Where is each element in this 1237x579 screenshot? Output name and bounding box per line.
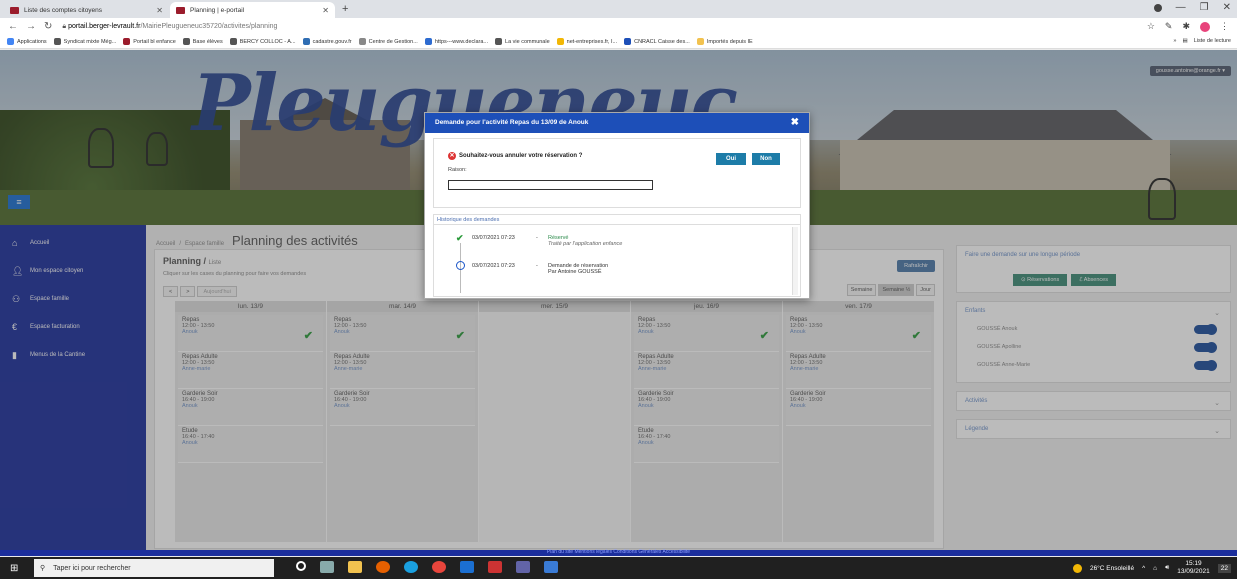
bookmark-item[interactable]: BERCY COLLOC - A... — [229, 38, 296, 45]
tab-bar: Liste des comptes citoyens ✕ Planning | e… — [0, 0, 1237, 18]
teams-icon[interactable] — [516, 561, 530, 573]
extension-icon[interactable]: ✎ — [1165, 21, 1173, 32]
clock-time: 15:19 — [1185, 560, 1202, 567]
record-icon[interactable] — [1153, 3, 1162, 12]
system-tray: 26°C Ensoleillé ^ ⌂ 🔊︎ 15:19 13/09/2021 2… — [1072, 560, 1231, 576]
bookmark-item[interactable]: Syndicat mixte Még... — [53, 38, 116, 45]
yes-button[interactable]: Oui — [716, 153, 746, 165]
puzzle-icon[interactable]: ✱ — [1182, 21, 1190, 32]
pending-icon — [456, 261, 465, 270]
outlook-icon[interactable] — [460, 561, 474, 573]
weather-text[interactable]: 26°C Ensoleillé — [1090, 565, 1134, 572]
bookmarks-bar: Applications Syndicat mixte Még... Porta… — [0, 35, 1237, 49]
close-tab-icon[interactable]: ✕ — [156, 6, 163, 15]
tray-chevron-icon[interactable]: ^ — [1142, 565, 1145, 572]
app-icon[interactable] — [488, 561, 502, 573]
bookmark-folder[interactable]: Importés depuis IE — [696, 38, 753, 45]
address-bar: ← → ↻ 🔒︎ portail.berger-levrault.fr/Mair… — [0, 18, 1237, 35]
question-line: ✕ Souhaitez-vous annuler votre réservatio… — [448, 152, 582, 160]
bookmark-item[interactable]: Portail bl enfance — [123, 38, 176, 45]
close-tab-icon[interactable]: ✕ — [322, 6, 329, 15]
question-text: Souhaitez-vous annuler votre réservation… — [459, 153, 583, 159]
dialog-question-box: ✕ Souhaitez-vous annuler votre réservatio… — [433, 138, 801, 208]
chrome-icon[interactable] — [432, 561, 446, 573]
bookmark-item[interactable]: Centre de Gestion... — [358, 38, 418, 45]
error-icon: ✕ — [448, 152, 456, 160]
minimize-icon[interactable]: — — [1176, 2, 1186, 13]
close-icon[interactable]: ✖ — [791, 113, 799, 133]
tab-label: Planning | e-portail — [190, 6, 245, 14]
forward-icon[interactable]: → — [26, 21, 36, 32]
app-icon[interactable] — [544, 561, 558, 573]
url-field[interactable]: 🔒︎ portail.berger-levrault.fr/MairiePleu… — [62, 23, 277, 31]
weather-icon — [1072, 563, 1082, 573]
history-date: 03/07/2021 07:23 — [472, 263, 515, 269]
edge-icon[interactable] — [404, 561, 418, 573]
clock-date: 13/09/2021 — [1177, 568, 1210, 575]
close-window-icon[interactable]: ✕ — [1223, 2, 1231, 13]
volume-icon[interactable]: 🔊︎ — [1165, 564, 1169, 572]
back-icon[interactable]: ← — [8, 21, 18, 32]
no-button[interactable]: Non — [752, 153, 780, 165]
bookmark-item[interactable]: https---www.declara... — [424, 38, 488, 45]
history-sep: - — [536, 263, 538, 269]
network-icon[interactable]: ⌂ — [1153, 565, 1157, 572]
reload-icon[interactable]: ↻ — [44, 21, 52, 32]
menu-icon[interactable]: ⋮ — [1220, 21, 1229, 32]
clock[interactable]: 15:19 13/09/2021 — [1177, 560, 1210, 576]
notification-badge[interactable]: 22 — [1217, 563, 1231, 573]
taskbar-apps — [296, 561, 558, 573]
reading-list-icon: ▤ — [1182, 38, 1188, 44]
search-placeholder: Taper ici pour rechercher — [53, 564, 131, 572]
star-icon[interactable]: ☆ — [1147, 21, 1155, 32]
firefox-icon[interactable] — [376, 561, 390, 573]
bookmark-item[interactable]: cadastre.gouv.fr — [302, 38, 352, 45]
favicon-icon — [10, 6, 19, 14]
history-entry: 03/07/2021 07:23 - Demande de réservatio… — [472, 263, 608, 275]
history-detail: Par Antoine GOUSSÉ — [548, 269, 602, 275]
dialog-header: Demande pour l'activité Repas du 13/09 d… — [425, 113, 809, 133]
history-sep: - — [536, 235, 538, 241]
profile-avatar[interactable] — [1200, 21, 1210, 32]
reading-list-label: Liste de lecture — [1193, 38, 1231, 44]
tab-comptes-citoyens[interactable]: Liste des comptes citoyens ✕ — [4, 2, 169, 18]
url-host: portail.berger-levrault.fr — [68, 22, 141, 30]
file-explorer-icon[interactable] — [348, 561, 362, 573]
bookmark-item[interactable]: La vie communale — [495, 38, 550, 45]
search-icon: ⚲ — [40, 565, 46, 572]
favicon-icon — [176, 6, 185, 14]
taskbar-search[interactable]: ⚲ Taper ici pour rechercher — [34, 559, 274, 577]
history-panel: Historique des demandes ✔ 03/07/2021 07:… — [433, 214, 801, 297]
widgets-icon[interactable] — [320, 561, 334, 573]
window-controls: — ❐ ✕ — [1153, 2, 1231, 13]
history-entry: 03/07/2021 07:23 - Réservé Traité par l'a… — [472, 235, 622, 247]
new-tab-button[interactable]: + — [342, 3, 348, 15]
history-date: 03/07/2021 07:23 — [472, 235, 515, 241]
bookmark-item[interactable]: Applications — [7, 38, 47, 45]
history-title: Historique des demandes — [434, 215, 800, 225]
reading-list[interactable]: » ▤ Liste de lecture — [1173, 38, 1231, 44]
restore-icon[interactable]: ❐ — [1200, 2, 1209, 13]
more-bookmarks-icon[interactable]: » — [1173, 38, 1176, 44]
reason-label: Raison: — [448, 167, 467, 173]
windows-start-icon[interactable]: ⊞ — [10, 563, 18, 574]
tab-label: Liste des comptes citoyens — [24, 6, 103, 14]
bookmark-item[interactable]: CNRACL Caisse des... — [624, 38, 690, 45]
history-detail: Traité par l'application enfance — [548, 241, 623, 247]
footer-links[interactable]: Plan du site Mentions légales Conditions… — [0, 549, 1237, 555]
bookmark-item[interactable]: net-entreprises.fr, I... — [556, 38, 617, 45]
history-scrollbar[interactable] — [792, 227, 798, 295]
cancel-reservation-dialog: Demande pour l'activité Repas du 13/09 d… — [424, 112, 810, 299]
browser-actions: ☆ ✎ ✱ ⋮ — [1147, 21, 1229, 32]
url-path: /MairiePleugueneuc35720/activites/planni… — [140, 22, 278, 30]
reason-input[interactable] — [448, 180, 653, 190]
tab-planning[interactable]: Planning | e-portail ✕ — [170, 2, 335, 18]
dialog-title: Demande pour l'activité Repas du 13/09 d… — [435, 119, 589, 126]
check-icon: ✔ — [456, 233, 464, 243]
bookmark-item[interactable]: Base élèves — [182, 38, 223, 45]
task-view-icon[interactable] — [296, 561, 306, 571]
